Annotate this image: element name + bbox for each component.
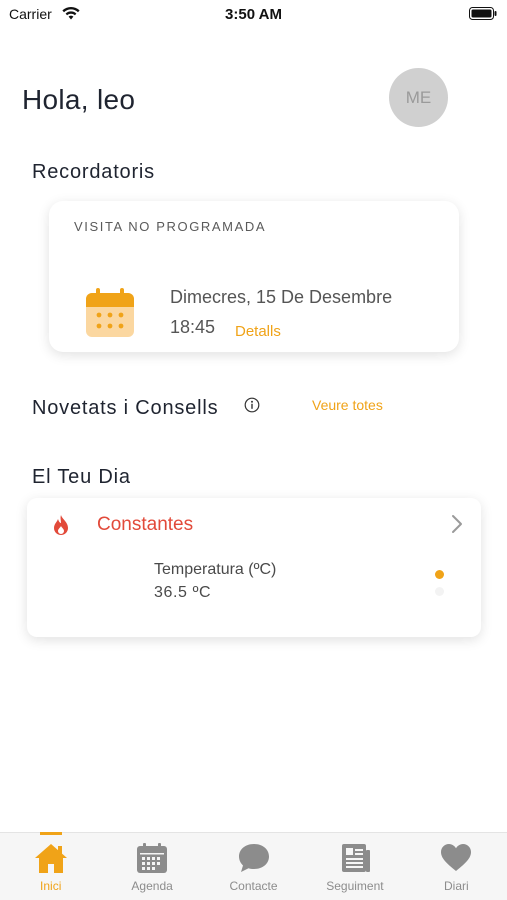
reminder-type: VISITA NO PROGRAMADA — [74, 219, 267, 234]
calendar-grid-icon — [137, 843, 168, 873]
avatar-initials: ME — [405, 87, 432, 107]
tab-label: Inici — [40, 879, 62, 893]
newspaper-icon — [341, 844, 370, 872]
constants-card[interactable]: Constantes Temperatura (ºC) 36.5 ºC — [27, 498, 481, 637]
avatar[interactable]: ME — [389, 68, 448, 127]
home-icon — [34, 844, 67, 873]
measure-value: 36.5 ºC — [154, 584, 212, 601]
tab-bar: Inici Agenda Contacte Seguiment Diari — [0, 832, 507, 900]
flame-icon — [54, 515, 68, 535]
reminders-title: Recordatoris — [32, 161, 155, 183]
tab-label: Seguiment — [326, 879, 384, 893]
clock: 3:50 AM — [225, 6, 282, 23]
chat-bubble-icon — [238, 844, 269, 872]
tab-diary[interactable]: Diari — [406, 833, 507, 900]
heart-icon — [441, 844, 472, 871]
calendar-icon — [86, 288, 134, 337]
reminder-details-link[interactable]: Detalls — [235, 323, 281, 340]
see-all-link[interactable]: Veure totes — [312, 397, 383, 413]
tab-agenda[interactable]: Agenda — [101, 833, 202, 900]
tab-label: Agenda — [131, 879, 173, 893]
tab-label: Diari — [443, 879, 469, 893]
tab-contact[interactable]: Contacte — [203, 833, 304, 900]
tab-home[interactable]: Inici — [0, 832, 101, 900]
tab-label: Contacte — [229, 879, 278, 893]
pager-dot[interactable] — [435, 587, 444, 596]
reminder-date: Dimecres, 15 De Desembre — [170, 287, 393, 307]
reminder-time: 18:45 — [170, 317, 216, 337]
active-tab-indicator — [39, 832, 62, 835]
news-title: Novetats i Consells — [32, 397, 219, 419]
pager-dot-active[interactable] — [435, 570, 444, 579]
info-icon[interactable] — [244, 397, 260, 413]
battery-icon — [469, 7, 497, 20]
reminder-card[interactable]: VISITA NO PROGRAMADA Dimecres, 15 De Des… — [49, 201, 459, 352]
chevron-right-icon[interactable] — [451, 514, 463, 534]
measure-label: Temperatura (ºC) — [154, 561, 277, 578]
greeting: Hola, leo — [22, 84, 136, 115]
tab-tracking[interactable]: Seguiment — [304, 833, 405, 900]
constants-title: Constantes — [97, 514, 194, 535]
status-bar: Carrier 3:50 AM — [0, 0, 507, 30]
day-title: El Teu Dia — [32, 466, 131, 488]
